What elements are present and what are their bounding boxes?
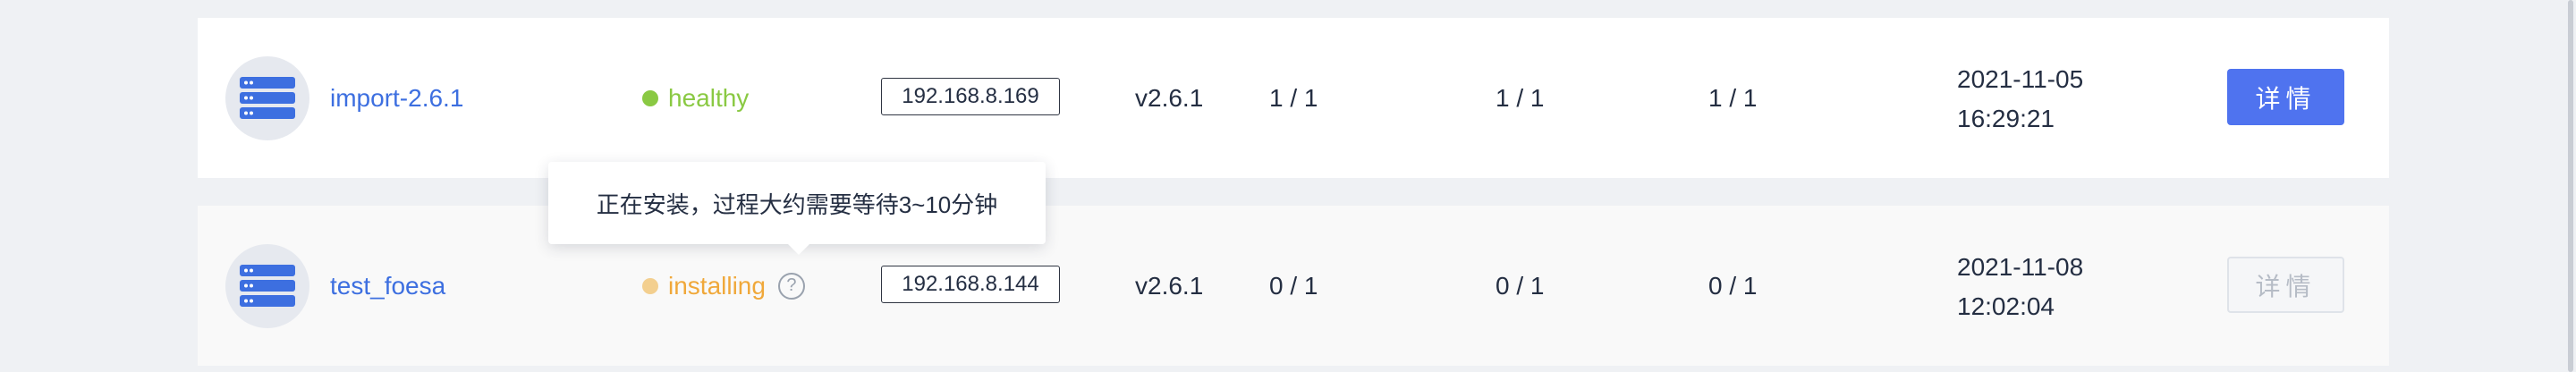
details-button-disabled: 详情 (2227, 257, 2344, 313)
count-column-3: 0 / 1 (1708, 271, 1758, 300)
status-text: installing (668, 271, 766, 300)
count-column-2: 0 / 1 (1496, 271, 1545, 300)
install-tooltip: 正在安装，过程大约需要等待3~10分钟 (548, 162, 1046, 255)
details-button[interactable]: 详情 (2227, 69, 2344, 125)
cluster-server-icon (225, 244, 309, 328)
question-circle-icon[interactable]: ? (777, 272, 805, 300)
count-column-1: 1 / 1 (1269, 83, 1318, 112)
scrollbar-thumb[interactable] (2568, 0, 2573, 372)
created-clock: 12:02:04 (1957, 292, 2055, 320)
created-date: 2021-11-08 (1957, 253, 2084, 281)
cluster-server-icon (225, 56, 309, 140)
created-time: 2021-11-08 12:02:04 (1957, 248, 2083, 326)
version-text: v2.6.1 (1135, 83, 1204, 112)
created-date: 2021-11-05 (1957, 65, 2084, 93)
version-text: v2.6.1 (1135, 271, 1204, 300)
table-row: test_foesa installing ? 192.168.8.144 v2… (198, 206, 2389, 366)
status-dot-healthy (642, 89, 658, 106)
status-dot-installing (642, 277, 658, 294)
count-column-1: 0 / 1 (1269, 271, 1318, 300)
status-text: healthy (668, 83, 750, 112)
count-column-2: 1 / 1 (1496, 83, 1545, 112)
created-clock: 16:29:21 (1957, 105, 2055, 132)
count-column-3: 1 / 1 (1708, 83, 1758, 112)
ip-address-badge: 192.168.8.169 (881, 78, 1060, 115)
ip-address-badge: 192.168.8.144 (881, 266, 1060, 303)
cluster-name-link[interactable]: import-2.6.1 (330, 18, 463, 178)
table-row: import-2.6.1 healthy 192.168.8.169 v2.6.… (198, 18, 2389, 178)
status-indicator: healthy (642, 18, 749, 178)
vertical-scrollbar[interactable] (2565, 0, 2576, 372)
created-time: 2021-11-05 16:29:21 (1957, 60, 2083, 139)
cluster-name-link[interactable]: test_foesa (330, 206, 445, 366)
